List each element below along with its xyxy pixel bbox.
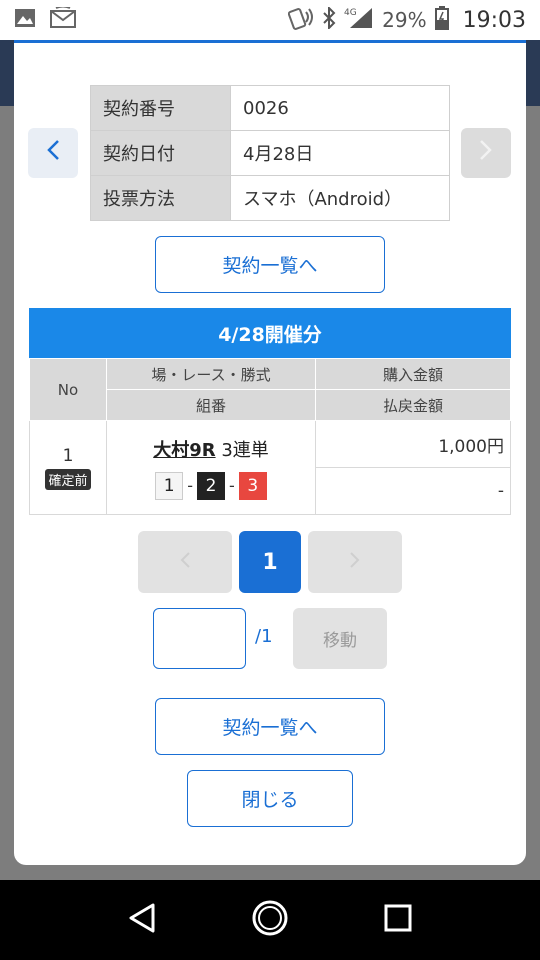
move-button[interactable]: 移動: [293, 608, 387, 669]
close-button[interactable]: 閉じる: [187, 770, 353, 827]
race-link[interactable]: 大村9R 3連単: [107, 436, 315, 462]
back-icon[interactable]: [127, 902, 157, 938]
signal-4g-icon: 4G: [344, 6, 374, 35]
contract-list-button-top[interactable]: 契約一覧へ: [155, 236, 385, 293]
header-combination: 組番: [106, 389, 316, 421]
vote-method-row: 投票方法 スマホ（Android）: [90, 175, 450, 221]
pager-current-page[interactable]: 1: [239, 531, 301, 593]
boat-number-2: 2: [197, 471, 225, 500]
bluetooth-icon: [322, 5, 336, 34]
venue-race: 大村9R: [153, 439, 216, 461]
contract-date-row: 契約日付 4月28日: [90, 130, 450, 176]
contract-detail-modal: 契約番号 0026 契約日付 4月28日 投票方法 スマホ（Android） 契…: [14, 40, 526, 865]
home-icon[interactable]: [251, 899, 289, 941]
battery-icon: [434, 5, 449, 35]
status-bar: 4G 29% 19:03: [0, 0, 540, 40]
race-cell: 大村9R 3連単 1 - 2 - 3: [106, 420, 316, 515]
svg-text:4G: 4G: [344, 8, 357, 18]
table-header-row: No 場・レース・勝式 購入金額: [29, 358, 511, 421]
row-no: 1: [62, 445, 74, 466]
nfc-icon: [287, 6, 314, 35]
contract-number-label: 契約番号: [90, 85, 231, 131]
date-banner: 4/28開催分: [29, 308, 511, 358]
header-purchase: 購入金額: [315, 358, 511, 390]
row-no-cell: 1 確定前: [29, 420, 107, 515]
next-contract-button[interactable]: [461, 128, 511, 178]
bet-type: 3連単: [221, 439, 269, 461]
chevron-right-icon: [478, 138, 494, 168]
contract-number-row: 契約番号 0026: [90, 85, 450, 131]
boat-number-1: 1: [155, 471, 184, 500]
status-badge: 確定前: [45, 468, 91, 490]
header-race-type: 場・レース・勝式: [106, 358, 316, 390]
chevron-right-icon: [349, 550, 361, 575]
page-total: /1: [255, 626, 273, 647]
contract-info-table: 契約番号 0026 契約日付 4月28日 投票方法 スマホ（Android）: [90, 85, 450, 221]
contract-list-button-bottom[interactable]: 契約一覧へ: [155, 698, 385, 755]
combo-separator: -: [187, 476, 193, 495]
contract-date-label: 契約日付: [90, 130, 231, 176]
header-payout: 払戻金額: [315, 389, 511, 421]
message-icon: [50, 5, 76, 33]
recent-apps-icon[interactable]: [383, 903, 413, 937]
contract-number-value: 0026: [230, 85, 450, 131]
boat-number-3: 3: [238, 471, 267, 500]
header-no: No: [29, 358, 107, 421]
vote-method-value: スマホ（Android）: [230, 175, 450, 221]
bet-table: No 場・レース・勝式 購入金額 組番 払戻金額 1 確定前 大村9R 3連単 …: [29, 358, 511, 515]
payout-amount: -: [315, 467, 511, 515]
table-row: 1 確定前 大村9R 3連単 1 - 2 - 3 1,000円: [29, 420, 511, 515]
purchase-amount: 1,000円: [315, 420, 511, 468]
contract-date-value: 4月28日: [230, 130, 450, 176]
clock: 19:03: [462, 7, 526, 33]
pager-next-button[interactable]: [308, 531, 402, 593]
page-number-input[interactable]: [153, 608, 246, 669]
image-icon: [14, 8, 36, 32]
vote-method-label: 投票方法: [90, 175, 231, 221]
android-nav-bar: [0, 880, 540, 960]
chevron-left-icon: [45, 138, 61, 168]
previous-contract-button[interactable]: [28, 128, 78, 178]
pager-prev-button[interactable]: [138, 531, 232, 593]
combo-separator: -: [229, 476, 235, 495]
chevron-left-icon: [179, 550, 191, 575]
combination: 1 - 2 - 3: [107, 471, 315, 500]
battery-percent: 29%: [382, 8, 427, 32]
